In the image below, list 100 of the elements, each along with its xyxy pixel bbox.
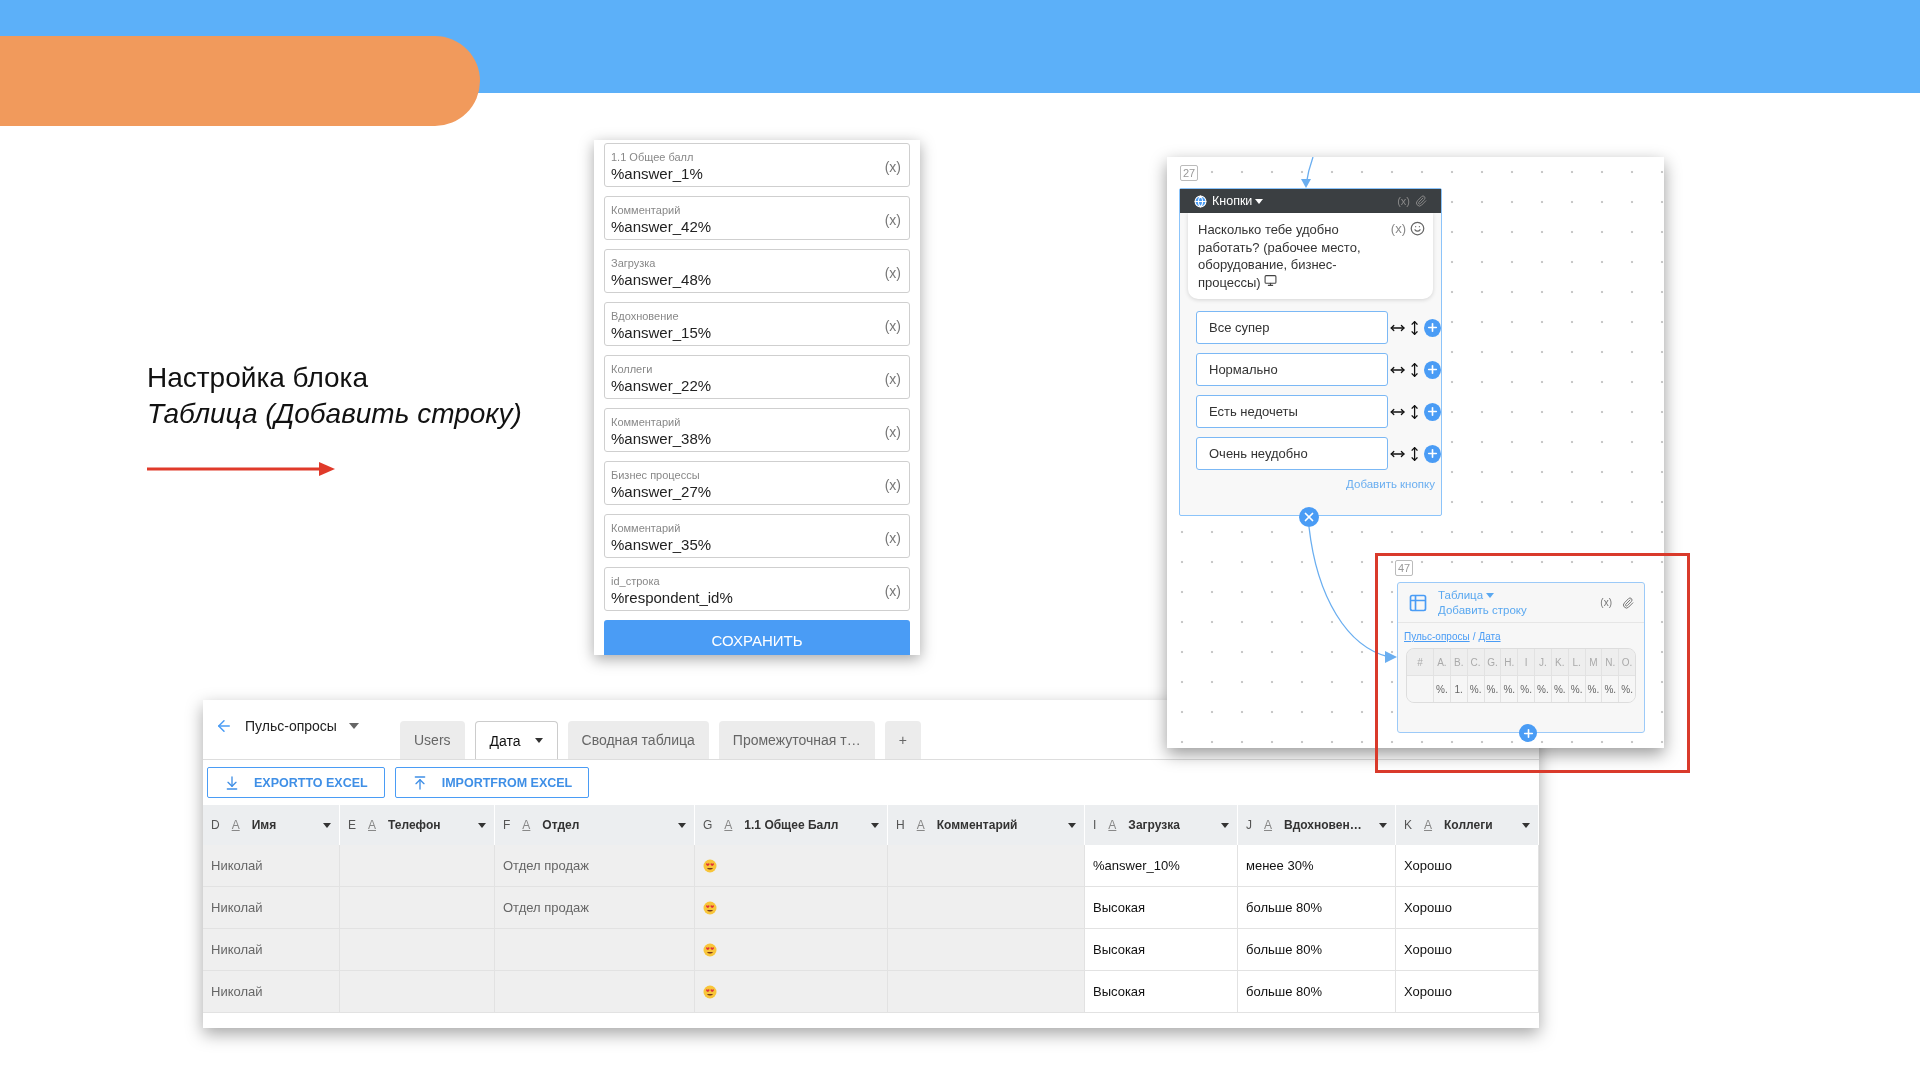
column-header[interactable]: E A Телефон [340,805,495,845]
table-cell: Хорошо [1396,887,1539,929]
message-bubble[interactable]: Насколько тебе удобно работать? (рабочее место, оборудование, бизнес-процессы) (x) [1188,213,1433,299]
variable-field[interactable]: Вдохновение %answer_15% (x) [604,302,910,346]
text-type-mark: A [916,818,925,832]
caret-icon[interactable] [348,722,359,729]
paperclip-icon[interactable] [1622,596,1634,609]
separator: / [1472,631,1476,642]
column-letter: F [503,818,511,832]
variable-button[interactable]: (x) [884,212,901,228]
field-value: %answer_1% [611,164,704,183]
variable-button[interactable]: (x) [884,318,901,334]
caret-icon [534,738,543,743]
table-icon [1408,592,1428,613]
sheet-tab[interactable]: Промежуточная т… [718,721,875,759]
mini-column-header: # [1407,649,1433,675]
text-type-mark: A [1264,818,1272,832]
table-cell: Хорошо [1396,971,1539,1013]
add-tab-button[interactable]: + [884,721,921,759]
field-value: %answer_22% [611,376,713,395]
answer-button[interactable]: Очень неудобно [1196,437,1388,470]
mini-table-cell: %. [1534,675,1551,702]
field-value: %answer_15% [611,323,713,342]
column-name: Комментарий [936,818,1019,832]
variable-button[interactable]: (x) [884,371,901,387]
column-header[interactable]: J A Вдохновен… [1238,805,1396,845]
column-header[interactable]: K A Коллеги [1396,805,1539,845]
field-label: Вдохновение [611,310,680,323]
smiley-icon[interactable] [1410,221,1425,236]
column-name: Отдел [542,818,581,832]
slide-heading: Настройка блока [147,362,370,394]
column-name: Коллеги [1444,818,1494,832]
variable-field[interactable]: Комментарий %answer_35% (x) [604,514,910,558]
field-label: Загрузка [611,257,657,270]
variable-field[interactable]: Коллеги %answer_22% (x) [604,355,910,399]
heart-eyes-icon [703,942,717,957]
sheet-tab[interactable]: Users [400,721,465,759]
variable-button[interactable]: (x) [1600,597,1612,608]
text-type-mark: A [724,818,733,832]
answer-button[interactable]: Все супер [1196,311,1388,344]
mini-column-header: N. [1601,649,1619,675]
variable-button[interactable]: (x) [884,583,901,599]
mini-column-header: J. [1534,649,1551,675]
variable-button[interactable]: (x) [884,265,901,281]
paperclip-icon[interactable] [1415,195,1427,207]
heart-eyes-icon [703,984,717,999]
field-value: %answer_42% [611,217,713,236]
mini-table-cell: %. [1618,675,1635,702]
add-icon[interactable] [1519,724,1537,742]
heart-eyes-icon [703,900,717,915]
column-name: Вдохновен… [1284,818,1363,832]
column-header[interactable]: I A Загрузка [1085,805,1238,845]
column-header[interactable]: D A Имя [203,805,340,845]
variable-button[interactable]: (x) [884,477,901,493]
node-number: 27 [1180,165,1199,181]
mini-table-cell: %. [1601,675,1619,702]
field-label: Комментарий [611,204,682,217]
text-type-mark: A [368,818,377,832]
field-value: %answer_38% [611,429,713,448]
variable-button[interactable]: (x) [884,159,901,175]
column-header[interactable]: G A 1.1 Общее Балл [695,805,888,845]
column-header[interactable]: H A Комментарий [888,805,1085,845]
globe-icon [1194,194,1207,208]
table-cell: больше 80% [1238,971,1396,1013]
node-subtitle: Добавить строку [1438,604,1528,616]
mini-table-cell: %. [1500,675,1518,702]
table-cell: Высокая [1085,887,1238,929]
variable-button[interactable]: (x) [884,424,901,440]
variable-button[interactable]: (x) [884,530,901,546]
close-icon[interactable] [1299,507,1319,527]
caret-icon [323,822,331,828]
answer-button[interactable]: Есть недочеты [1196,395,1388,428]
column-letter: K [1404,818,1412,832]
caret-icon [1255,198,1264,204]
caret-icon [1221,822,1229,828]
answer-button[interactable]: Нормально [1196,353,1388,386]
table-cell: Николай [203,971,340,1013]
variable-button[interactable]: (x) [1390,221,1406,291]
table-cell: Высокая [1085,929,1238,971]
variable-field[interactable]: Бизнес процессы %answer_27% (x) [604,461,910,505]
variable-field[interactable]: Комментарий %answer_38% (x) [604,408,910,452]
column-header[interactable]: F A Отдел [495,805,695,845]
node-title[interactable]: Кнопки [1212,194,1393,208]
column-name: Загрузка [1128,818,1181,832]
variable-field[interactable]: id_строка %respondent_id% (x) [604,567,910,611]
sheet-tab[interactable]: Сводная таблица [567,721,709,759]
variable-field[interactable]: Комментарий %answer_42% (x) [604,196,910,240]
field-value: %respondent_id% [611,588,734,607]
buttons-node[interactable]: Кнопки (x) Насколько тебе удобно работать? (рабочее место, оборудование, бизнес-процессы) (x) Все супер Нормально Есть недочеты Очень неудобно Добавить кнопку [1179,188,1442,516]
mini-column-header: O. [1618,649,1635,675]
table-cell: Николай [203,929,340,971]
variable-field[interactable]: Загрузка %answer_48% (x) [604,249,910,293]
caret-icon [1522,822,1530,828]
caret-icon [871,822,879,828]
caret-icon [1486,592,1495,598]
sheet-tab[interactable]: Дата [474,721,558,759]
variable-field[interactable]: 1.1 Общее балл %answer_1% (x) [604,143,910,187]
field-label: Комментарий [611,416,682,429]
column-letter: E [348,818,356,832]
table-cell: Высокая [1085,971,1238,1013]
